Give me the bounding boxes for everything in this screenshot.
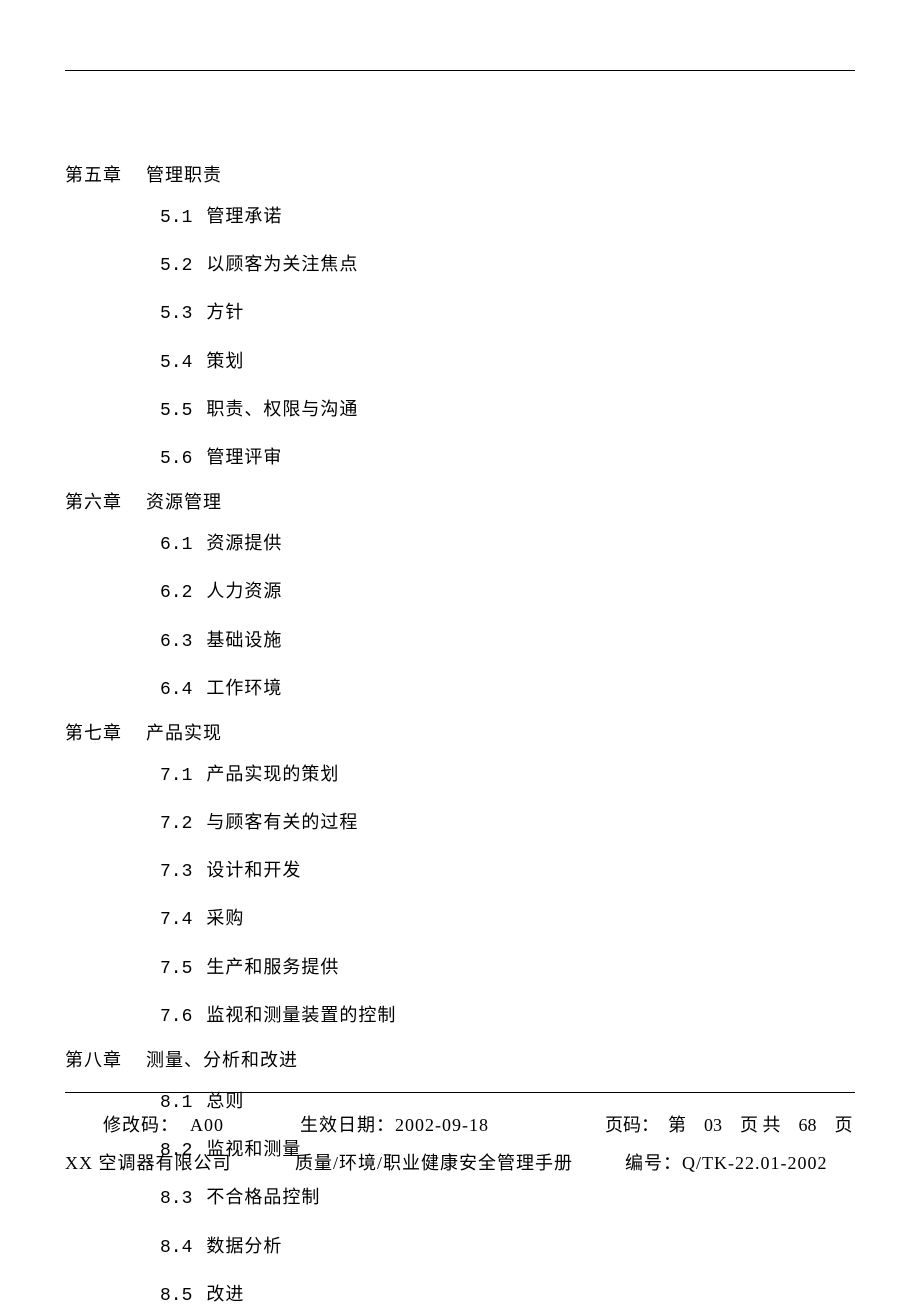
toc-text: 产品实现的策划 [206,764,339,784]
page-label: 页码： [605,1115,659,1135]
top-divider [65,70,855,71]
toc-num: 7.6 [160,1007,192,1027]
toc-num: 5.6 [160,449,192,469]
chapter-heading: 第八章 测量、分析和改进 [65,1046,855,1072]
toc-num: 8.5 [160,1286,192,1306]
toc-text: 工作环境 [206,678,282,698]
effective-date: 生效日期：2002-09-18 [300,1111,605,1137]
toc-num: 5.3 [160,304,192,324]
chapter-prefix: 第八章 [65,1050,122,1070]
toc-item: 5.1 管理承诺 [160,199,855,235]
toc-text: 不合格品控制 [206,1187,320,1207]
toc-item: 6.2 人力资源 [160,574,855,610]
toc-num: 5.4 [160,353,192,373]
toc-text: 与顾客有关的过程 [206,812,358,832]
footer-row-2: XX 空调器有限公司 质量/环境/职业健康安全管理手册 编号：Q/TK-22.0… [65,1149,855,1175]
rev-value: A00 [190,1115,224,1135]
chapter-heading: 第七章 产品实现 [65,719,855,745]
chapter-heading: 第六章 资源管理 [65,488,855,514]
toc-item: 6.4 工作环境 [160,671,855,707]
toc-num: 7.3 [160,862,192,882]
chapter-6-section: 第六章 资源管理 6.1 资源提供 6.2 人力资源 6.3 基础设施 6.4 工作环境 [65,488,855,707]
toc-num: 6.3 [160,632,192,652]
toc-num: 6.1 [160,535,192,555]
toc-num: 7.1 [160,766,192,786]
toc-item: 7.5 生产和服务提供 [160,950,855,986]
toc-item: 6.3 基础设施 [160,623,855,659]
rev-label: 修改码： [103,1115,179,1135]
toc-text: 方针 [206,302,244,322]
toc-text: 监视和测量装置的控制 [206,1005,396,1025]
toc-item: 5.5 职责、权限与沟通 [160,392,855,428]
company-name: XX 空调器有限公司 [65,1149,295,1175]
toc-item: 7.2 与顾客有关的过程 [160,805,855,841]
toc-item: 8.4 数据分析 [160,1229,855,1265]
chapter-title: 管理职责 [146,161,222,187]
toc-num: 6.4 [160,680,192,700]
toc-text: 数据分析 [206,1236,282,1256]
toc-item: 5.6 管理评审 [160,440,855,476]
toc-item: 7.1 产品实现的策划 [160,757,855,793]
date-label: 生效日期： [300,1115,395,1135]
chapter-title: 资源管理 [146,488,222,514]
toc-text: 生产和服务提供 [206,957,339,977]
date-value: 2002-09-18 [395,1115,489,1135]
chapter-title: 产品实现 [146,719,222,745]
toc-text: 管理承诺 [206,206,282,226]
toc-item: 8.5 改进 [160,1277,855,1313]
toc-item: 7.6 监视和测量装置的控制 [160,998,855,1034]
page-text: 第 03 页 共 68 页 [668,1115,853,1135]
toc-num: 7.4 [160,910,192,930]
toc-num: 5.5 [160,401,192,421]
chapter-7-section: 第七章产品实现 7.1产品实现的策划 7.2与顾客有关的过程 7.3设计和开发 … [65,719,855,1034]
revision-code: 修改码： A00 [65,1111,300,1137]
toc-num: 7.5 [160,959,192,979]
toc-num: 8.3 [160,1189,192,1209]
chapter-prefix: 第七章 [65,723,122,743]
toc-item: 5.4 策划 [160,344,855,380]
toc-text: 职责、权限与沟通 [206,399,358,419]
toc-text: 管理评审 [206,447,282,467]
chapter-prefix: 第五章 [65,165,122,185]
toc-text: 设计和开发 [206,860,301,880]
manual-title: 质量/环境/职业健康安全管理手册 [295,1149,625,1175]
chapter-prefix: 第六章 [65,492,122,512]
toc-text: 人力资源 [206,581,282,601]
toc-num: 8.4 [160,1238,192,1258]
toc-item: 7.3 设计和开发 [160,853,855,889]
document-number: 编号：Q/TK-22.01-2002 [625,1149,855,1175]
toc-text: 基础设施 [206,630,282,650]
toc-item: 6.1 资源提供 [160,526,855,562]
footer-row-1: 修改码： A00 生效日期：2002-09-18 页码： 第 03 页 共 68… [65,1111,855,1137]
chapter-heading: 第五章 管理职责 [65,161,855,187]
toc-text: 策划 [206,351,244,371]
toc-item: 7.4 采购 [160,901,855,937]
toc-item: 5.3 方针 [160,295,855,331]
bottom-divider [65,1092,855,1093]
page-number: 页码： 第 03 页 共 68 页 [605,1111,855,1137]
chapter-5-section: 第五章管理职责 5.1管理承诺 5.2以顾客为关注焦点 5.3方针 5.4策划 … [65,161,855,476]
toc-num: 5.1 [160,208,192,228]
doc-label: 编号： [625,1153,682,1173]
toc-text: 以顾客为关注焦点 [206,254,358,274]
page-footer: 修改码： A00 生效日期：2002-09-18 页码： 第 03 页 共 68… [65,1092,855,1187]
toc-num: 7.2 [160,814,192,834]
chapter-title: 测量、分析和改进 [146,1046,298,1072]
toc-text: 采购 [206,908,244,928]
doc-value: Q/TK-22.01-2002 [682,1153,827,1173]
toc-num: 5.2 [160,256,192,276]
toc-text: 资源提供 [206,533,282,553]
toc-num: 6.2 [160,583,192,603]
toc-text: 改进 [206,1284,244,1304]
toc-item: 5.2 以顾客为关注焦点 [160,247,855,283]
